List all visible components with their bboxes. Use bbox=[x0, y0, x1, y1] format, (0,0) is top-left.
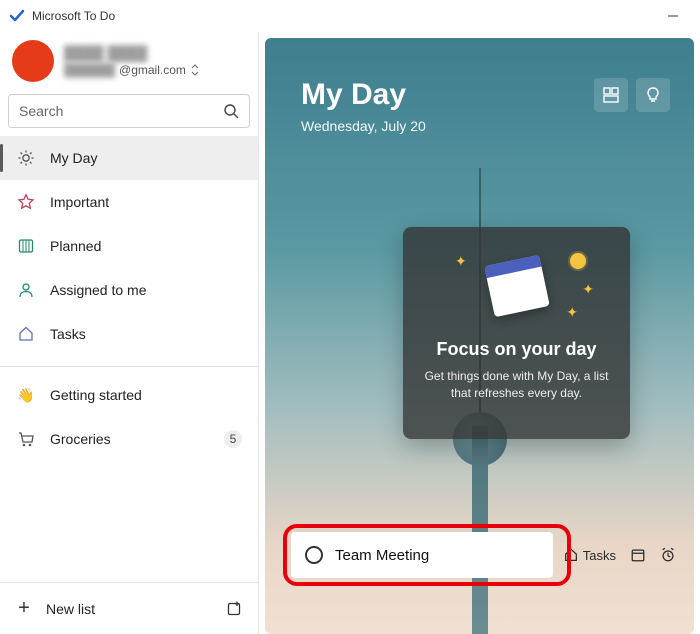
suggestions-button[interactable] bbox=[636, 78, 670, 112]
minimize-button[interactable] bbox=[650, 0, 696, 32]
circle-icon bbox=[305, 546, 323, 564]
focus-card: ✦✦✦ Focus on your day Get things done wi… bbox=[403, 227, 630, 439]
sidebar-item-important[interactable]: Important bbox=[0, 180, 258, 224]
cart-icon bbox=[16, 430, 36, 448]
sidebar-item-planned[interactable]: Planned bbox=[0, 224, 258, 268]
calendar-icon bbox=[630, 547, 646, 563]
calendar-icon bbox=[16, 237, 36, 255]
expand-icon bbox=[190, 64, 200, 76]
sun-icon bbox=[16, 149, 36, 167]
chip-label: Tasks bbox=[583, 548, 616, 563]
page-title: My Day bbox=[301, 78, 586, 112]
app-icon bbox=[4, 8, 26, 24]
sidebar-item-label: Planned bbox=[50, 238, 242, 254]
add-task-input[interactable] bbox=[335, 547, 539, 564]
sidebar-item-label: Getting started bbox=[50, 387, 242, 403]
sidebar-item-label: Assigned to me bbox=[50, 282, 242, 298]
main-pane: My Day Wednesday, July 20 ✦✦✦ Focus on y… bbox=[265, 38, 694, 634]
divider bbox=[0, 366, 258, 367]
sidebar-item-label: Groceries bbox=[50, 431, 210, 447]
page-date: Wednesday, July 20 bbox=[301, 118, 586, 134]
wave-icon: 👋 bbox=[16, 387, 36, 404]
home-icon bbox=[563, 547, 579, 563]
account-switcher[interactable]: ████ ████ ██████ @gmail.com bbox=[0, 32, 258, 92]
add-task-field[interactable] bbox=[291, 532, 553, 578]
new-list-button[interactable]: New list bbox=[46, 601, 214, 617]
home-icon bbox=[16, 325, 36, 343]
account-name: ████ ████ bbox=[64, 45, 200, 61]
card-title: Focus on your day bbox=[419, 339, 614, 360]
count-badge: 5 bbox=[224, 430, 242, 448]
sidebar-item-groceries[interactable]: Groceries 5 bbox=[0, 417, 258, 461]
new-group-button[interactable] bbox=[226, 600, 244, 618]
avatar bbox=[12, 40, 54, 82]
sidebar-item-my-day[interactable]: My Day bbox=[0, 136, 258, 180]
person-icon bbox=[16, 281, 36, 299]
plus-icon[interactable]: + bbox=[14, 597, 34, 620]
due-date-button[interactable] bbox=[626, 547, 650, 563]
sidebar-item-getting-started[interactable]: 👋 Getting started bbox=[0, 373, 258, 417]
sidebar-item-label: Tasks bbox=[50, 326, 242, 342]
search-field[interactable] bbox=[8, 94, 250, 128]
search-input[interactable] bbox=[19, 103, 223, 119]
account-email: ██████ @gmail.com bbox=[64, 63, 200, 77]
new-list-row: + New list bbox=[0, 582, 258, 634]
calendar-illustration: ✦✦✦ bbox=[419, 247, 614, 325]
card-body: Get things done with My Day, a list that… bbox=[419, 368, 614, 402]
sidebar: ████ ████ ██████ @gmail.com bbox=[0, 32, 259, 634]
app-title: Microsoft To Do bbox=[26, 9, 650, 23]
sidebar-item-label: My Day bbox=[50, 150, 242, 166]
list-picker-button[interactable]: Tasks bbox=[559, 547, 620, 563]
alarm-icon bbox=[660, 547, 676, 563]
titlebar: Microsoft To Do bbox=[0, 0, 700, 32]
sidebar-item-tasks[interactable]: Tasks bbox=[0, 312, 258, 356]
today-overview-button[interactable] bbox=[594, 78, 628, 112]
sidebar-item-label: Important bbox=[50, 194, 242, 210]
reminder-button[interactable] bbox=[656, 547, 680, 563]
star-icon bbox=[16, 193, 36, 211]
search-icon bbox=[223, 103, 239, 119]
sidebar-item-assigned[interactable]: Assigned to me bbox=[0, 268, 258, 312]
